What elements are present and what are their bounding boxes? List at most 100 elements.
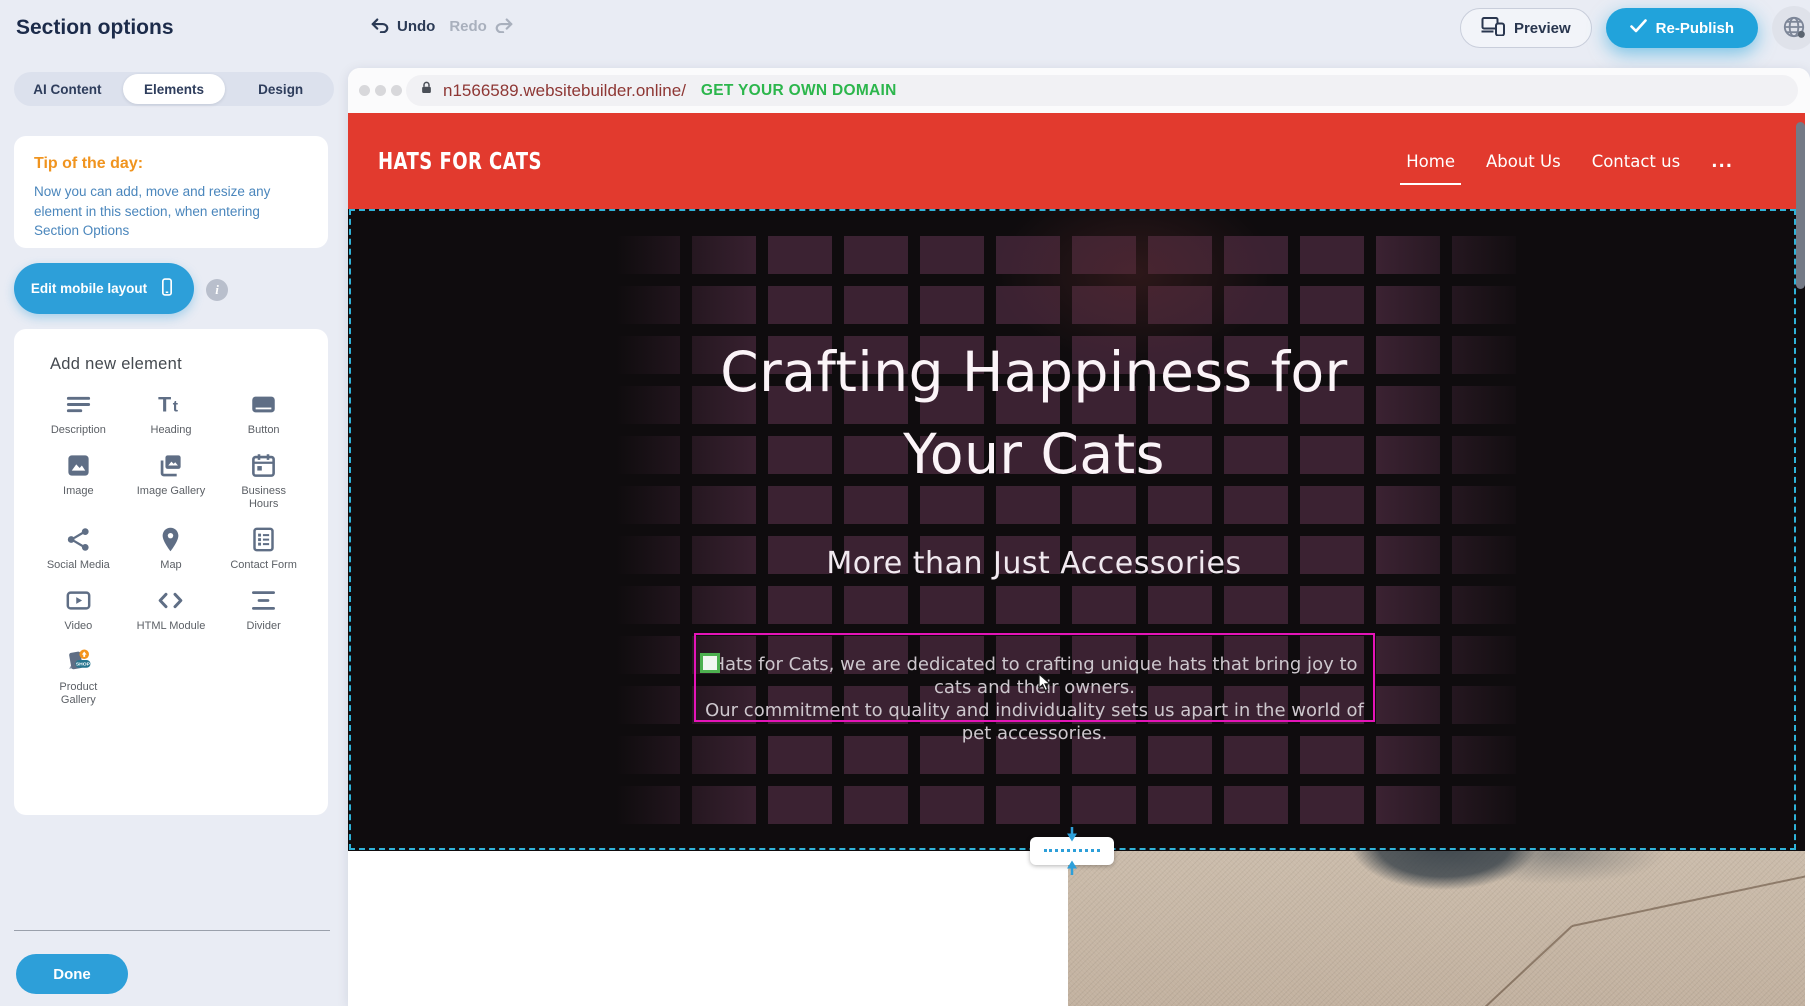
html-module-icon	[157, 587, 184, 614]
site-header: HATS FOR CATS HomeAbout UsContact us...	[348, 113, 1805, 209]
window-controls	[359, 85, 402, 96]
hero-heading-line2[interactable]: Your Cats	[348, 422, 1720, 486]
map-icon	[157, 526, 184, 553]
get-domain-link[interactable]: GET YOUR OWN DOMAIN	[701, 82, 897, 100]
devices-icon	[1481, 16, 1505, 40]
tab-design[interactable]: Design	[229, 74, 332, 104]
element-grid: Description Tt Heading Button Image Image Gal…	[32, 391, 310, 707]
nav-item-contact-us[interactable]: Contact us	[1592, 146, 1681, 177]
tile-grout-line	[1443, 925, 1573, 1006]
hero-heading-line1[interactable]: Crafting Happiness for	[348, 340, 1720, 404]
add-element-product-gallery[interactable]: SHOP Product Gallery	[32, 648, 125, 707]
window-dot	[375, 85, 386, 96]
site-nav: Home About Us Contact us...	[1406, 113, 1733, 209]
page-title: Section options	[16, 16, 174, 40]
browser-window: n1566589.websitebuilder.online/ GET YOUR…	[348, 68, 1810, 1006]
phone-icon	[157, 275, 177, 302]
scrollbar-thumb[interactable]	[1796, 122, 1805, 289]
hero-subheading[interactable]: More than Just Accessories	[348, 546, 1720, 581]
arrow-up-icon	[1066, 860, 1078, 875]
arrow-down-icon	[1066, 827, 1078, 842]
business-hours-icon	[250, 452, 277, 479]
image-icon	[65, 452, 92, 479]
redo-icon	[494, 17, 514, 36]
social-media-icon	[65, 526, 92, 553]
add-element-map[interactable]: Map	[125, 526, 218, 572]
add-element-contact-form[interactable]: Contact Form	[217, 526, 310, 572]
floor-photo	[1068, 851, 1805, 1006]
window-dot	[359, 85, 370, 96]
nav-item-about-us[interactable]: About Us	[1486, 146, 1561, 177]
add-element-heading[interactable]: Tt Heading	[125, 391, 218, 437]
hero-section[interactable]: Crafting Happiness for Your Cats More th…	[348, 209, 1805, 851]
tile-grout-line	[1572, 874, 1805, 927]
info-icon[interactable]: i	[206, 279, 228, 301]
add-element-business-hours[interactable]: Business Hours	[217, 452, 310, 511]
tab-ai-content[interactable]: AI Content	[16, 74, 119, 104]
element-label: HTML Module	[137, 620, 206, 633]
site-logo: HATS FOR CATS	[378, 107, 542, 215]
svg-text:t: t	[173, 398, 179, 415]
nav-item-more[interactable]: ...	[1711, 146, 1733, 177]
sidebar-divider	[14, 930, 330, 931]
element-label: Social Media	[47, 559, 110, 572]
tip-body: Now you can add, move and resize any ele…	[34, 182, 308, 241]
undo-redo-group: Undo Redo	[370, 17, 514, 36]
add-element-image-gallery[interactable]: Image Gallery	[125, 452, 218, 511]
undo-button[interactable]: Undo	[370, 17, 435, 36]
check-icon	[1630, 19, 1647, 37]
republish-button[interactable]: Re-Publish	[1606, 8, 1758, 48]
svg-text:SHOP: SHOP	[76, 662, 91, 668]
add-element-image[interactable]: Image	[32, 452, 125, 511]
language-globe-button[interactable]	[1772, 6, 1810, 50]
contact-form-icon	[250, 526, 277, 553]
paragraph-line1: Hats for Cats, we are dedicated to craft…	[696, 653, 1373, 699]
browser-chrome: n1566589.websitebuilder.online/ GET YOUR…	[348, 68, 1810, 113]
element-label: Button	[248, 424, 280, 437]
element-label: Image Gallery	[137, 485, 205, 498]
add-element-button[interactable]: Button	[217, 391, 310, 437]
paragraph-line2: Our commitment to quality and individual…	[696, 699, 1373, 745]
divider-icon	[250, 587, 277, 614]
element-label: Map	[160, 559, 181, 572]
add-element-social-media[interactable]: Social Media	[32, 526, 125, 572]
tip-of-the-day-card: Tip of the day: Now you can add, move an…	[14, 136, 328, 248]
element-label: Description	[51, 424, 106, 437]
element-label: Image	[63, 485, 94, 498]
product-gallery-icon: SHOP	[65, 648, 92, 675]
video-icon	[65, 587, 92, 614]
undo-icon	[370, 17, 390, 36]
add-element-video[interactable]: Video	[32, 587, 125, 633]
section-resize-handle[interactable]	[1030, 837, 1114, 865]
element-resize-handle[interactable]	[700, 653, 720, 673]
element-label: Business Hours	[228, 485, 300, 511]
add-element-divider[interactable]: Divider	[217, 587, 310, 633]
description-icon	[65, 391, 92, 418]
selected-paragraph-element[interactable]: Hats for Cats, we are dedicated to craft…	[694, 633, 1375, 722]
address-bar[interactable]: n1566589.websitebuilder.online/ GET YOUR…	[406, 75, 1798, 106]
lock-icon	[419, 79, 434, 102]
edit-mobile-layout-button[interactable]: Edit mobile layout	[14, 263, 194, 314]
heading-icon: Tt	[157, 391, 184, 418]
add-element-html-module[interactable]: HTML Module	[125, 587, 218, 633]
preview-button[interactable]: Preview	[1460, 8, 1592, 48]
element-label: Divider	[247, 620, 281, 633]
globe-icon	[1781, 14, 1807, 43]
window-dot	[391, 85, 402, 96]
element-label: Heading	[151, 424, 192, 437]
element-label: Product Gallery	[42, 681, 114, 707]
hero-glow	[348, 209, 1805, 851]
image-gallery-icon	[157, 452, 184, 479]
done-button[interactable]: Done	[16, 954, 128, 994]
nav-item-home[interactable]: Home	[1406, 146, 1455, 177]
tab-elements[interactable]: Elements	[123, 74, 226, 104]
element-label: Contact Form	[230, 559, 297, 572]
svg-text:T: T	[159, 392, 172, 416]
tip-title: Tip of the day:	[34, 155, 308, 173]
element-label: Video	[64, 620, 92, 633]
add-element-card: Add new element Description Tt Heading Butt…	[14, 329, 328, 815]
button-icon	[250, 391, 277, 418]
redo-button[interactable]: Redo	[449, 17, 514, 36]
add-element-description[interactable]: Description	[32, 391, 125, 437]
add-element-title: Add new element	[50, 355, 182, 374]
